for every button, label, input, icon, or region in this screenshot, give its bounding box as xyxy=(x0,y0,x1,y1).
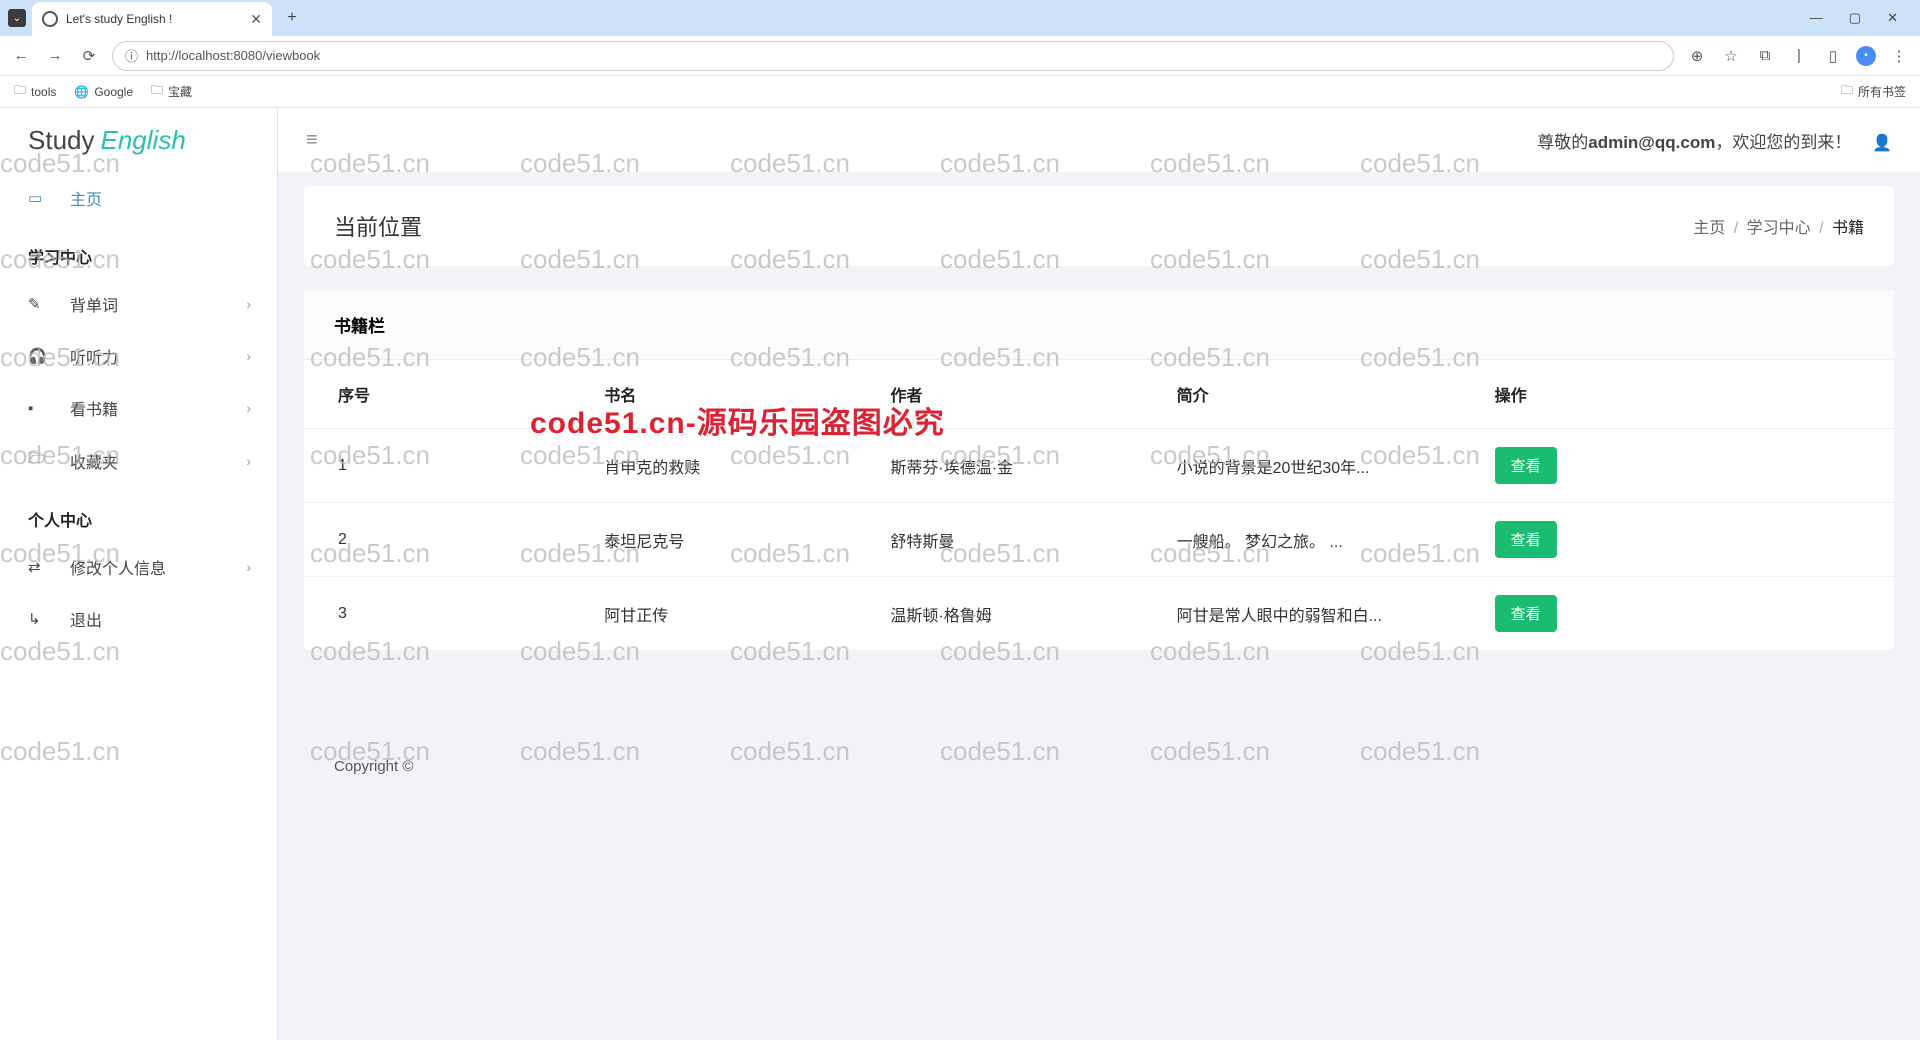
sidebar-item-label: 修改个人信息 xyxy=(70,555,166,579)
table-row: 3阿甘正传温斯顿·格鲁姆阿甘是常人眼中的弱智和白... 查看 xyxy=(304,577,1894,651)
sidebar-item-label: 听听力 xyxy=(70,344,118,368)
col-id: 序号 xyxy=(304,360,590,429)
cell-id: 3 xyxy=(304,577,590,651)
books-panel: 书籍栏 序号 书名 作者 简介 操作 1肖申克的救赎斯蒂芬·埃德温·金小说的背景… xyxy=(304,290,1894,650)
welcome-text: 尊敬的admin@qq.com，欢迎您的到来！ xyxy=(1537,133,1856,152)
table-row: 2泰坦尼克号舒特斯曼一艘船。 梦幻之旅。 ... 查看 xyxy=(304,503,1894,577)
footer-copyright: Copyright © xyxy=(304,730,1894,803)
divider-icon: | xyxy=(1788,47,1810,64)
cell-name: 肖申克的救赎 xyxy=(590,429,876,503)
book-icon: ▪ xyxy=(28,400,46,417)
cell-desc: 一艘船。 梦幻之旅。 ... xyxy=(1163,503,1481,577)
search-icon[interactable]: ⊕ xyxy=(1686,47,1708,65)
bookmark-treasure[interactable]: 🗀宝藏 xyxy=(151,81,192,102)
cell-id: 1 xyxy=(304,429,590,503)
window-minimize-icon[interactable]: — xyxy=(1810,10,1823,26)
globe-icon: 🌐 xyxy=(74,85,89,99)
favicon-icon xyxy=(42,11,58,27)
chevron-right-icon: › xyxy=(246,348,251,364)
url-text: http://localhost:8080/viewbook xyxy=(146,48,320,63)
view-button[interactable]: 查看 xyxy=(1495,521,1557,558)
sidebar-item-listen[interactable]: 🎧 听听力 › xyxy=(0,330,277,382)
tab-dropdown-icon[interactable]: ⌄ xyxy=(8,9,26,27)
cell-name: 泰坦尼克号 xyxy=(590,503,876,577)
laptop-icon: ▭ xyxy=(28,189,46,207)
chevron-right-icon: › xyxy=(246,296,251,312)
forward-icon[interactable]: → xyxy=(44,47,66,64)
folder-open-icon: 🗁 xyxy=(28,448,46,473)
window-maximize-icon[interactable]: ▢ xyxy=(1849,10,1861,26)
col-name: 书名 xyxy=(590,360,876,429)
sidebar: Study English ▭ 主页 学习中心 ✎ 背单词 › 🎧 听听力 › ▪ 看书籍… xyxy=(0,108,278,1040)
extension-icon[interactable]: ⧉ xyxy=(1754,47,1776,64)
cell-author: 舒特斯曼 xyxy=(876,503,1162,577)
breadcrumb-mid[interactable]: 学习中心 xyxy=(1747,220,1811,237)
star-icon[interactable]: ☆ xyxy=(1720,47,1742,65)
bookmark-google[interactable]: 🌐Google xyxy=(74,85,133,99)
tab-title: Let's study English ! xyxy=(66,12,242,26)
bookmark-tools[interactable]: 🗀tools xyxy=(14,81,56,102)
folder-icon: 🗀 xyxy=(151,81,163,102)
sidebar-item-books[interactable]: ▪ 看书籍 › xyxy=(0,382,277,434)
kebab-menu-icon[interactable]: ⋮ xyxy=(1888,47,1910,65)
cell-author: 斯蒂芬·埃德温·金 xyxy=(876,429,1162,503)
topbar: ≡ 尊敬的admin@qq.com，欢迎您的到来！ 👤 xyxy=(278,108,1920,172)
sidebar-item-label: 背单词 xyxy=(70,292,118,316)
sidebar-item-label: 收藏夹 xyxy=(70,449,118,473)
view-button[interactable]: 查看 xyxy=(1495,447,1557,484)
panel-title: 书籍栏 xyxy=(304,290,1894,360)
table-row: 1肖申克的救赎斯蒂芬·埃德温·金小说的背景是20世纪30年... 查看 xyxy=(304,429,1894,503)
books-table: 序号 书名 作者 简介 操作 1肖申克的救赎斯蒂芬·埃德温·金小说的背景是20世… xyxy=(304,360,1894,650)
cell-author: 温斯顿·格鲁姆 xyxy=(876,577,1162,651)
view-button[interactable]: 查看 xyxy=(1495,595,1557,632)
user-icon[interactable]: 👤 xyxy=(1872,135,1892,152)
reload-icon[interactable]: ⟳ xyxy=(78,47,100,65)
breadcrumb-label: 当前位置 xyxy=(334,210,422,242)
app-logo: Study English xyxy=(0,108,277,172)
folder-icon: 🗀 xyxy=(1841,81,1853,102)
profile-icon[interactable]: • xyxy=(1856,46,1876,66)
sidebar-item-home[interactable]: ▭ 主页 xyxy=(0,172,277,224)
chevron-right-icon: › xyxy=(246,453,251,469)
edit-icon: ✎ xyxy=(28,295,46,313)
bookmarks-bar: 🗀tools 🌐Google 🗀宝藏 🗀所有书签 xyxy=(0,76,1920,108)
sidebar-item-words[interactable]: ✎ 背单词 › xyxy=(0,278,277,330)
headphones-icon: 🎧 xyxy=(28,347,46,365)
browser-tab[interactable]: Let's study English ! ✕ xyxy=(32,2,272,36)
breadcrumb-home[interactable]: 主页 xyxy=(1693,220,1725,237)
close-tab-icon[interactable]: ✕ xyxy=(250,11,262,28)
folder-icon: 🗀 xyxy=(14,81,26,102)
address-bar[interactable]: ⓘ http://localhost:8080/viewbook xyxy=(112,41,1674,71)
sidebar-item-editinfo[interactable]: ⇄ 修改个人信息 › xyxy=(0,541,277,593)
cell-desc: 阿甘是常人眼中的弱智和白... xyxy=(1163,577,1481,651)
chevron-right-icon: › xyxy=(246,400,251,416)
hamburger-icon[interactable]: ≡ xyxy=(306,129,318,152)
browser-toolbar: ← → ⟳ ⓘ http://localhost:8080/viewbook ⊕… xyxy=(0,36,1920,76)
breadcrumb: 当前位置 主页 / 学习中心 / 书籍 xyxy=(304,186,1894,266)
bookmark-all[interactable]: 🗀所有书签 xyxy=(1841,81,1906,102)
sidebar-item-logout[interactable]: ↳ 退出 xyxy=(0,593,277,645)
exit-icon: ↳ xyxy=(28,610,46,628)
swap-icon: ⇄ xyxy=(28,558,46,576)
sidebar-item-label: 退出 xyxy=(70,607,102,631)
sidebar-item-label: 主页 xyxy=(70,186,102,210)
sidebar-item-favorites[interactable]: 🗁 收藏夹 › xyxy=(0,434,277,487)
breadcrumb-current: 书籍 xyxy=(1832,220,1864,237)
chevron-right-icon: › xyxy=(246,559,251,575)
sidebar-section-personal: 个人中心 xyxy=(0,487,277,541)
cell-id: 2 xyxy=(304,503,590,577)
cell-name: 阿甘正传 xyxy=(590,577,876,651)
col-desc: 简介 xyxy=(1163,360,1481,429)
side-panel-icon[interactable]: ▯ xyxy=(1822,47,1844,65)
browser-tab-strip: ⌄ Let's study English ! ✕ + — ▢ ✕ xyxy=(0,0,1920,36)
col-author: 作者 xyxy=(876,360,1162,429)
sidebar-section-study: 学习中心 xyxy=(0,224,277,278)
col-action: 操作 xyxy=(1481,360,1894,429)
sidebar-item-label: 看书籍 xyxy=(70,396,118,420)
window-close-icon[interactable]: ✕ xyxy=(1887,10,1898,26)
new-tab-button[interactable]: + xyxy=(278,4,306,32)
back-icon[interactable]: ← xyxy=(10,47,32,64)
info-icon[interactable]: ⓘ xyxy=(125,46,138,65)
cell-desc: 小说的背景是20世纪30年... xyxy=(1163,429,1481,503)
